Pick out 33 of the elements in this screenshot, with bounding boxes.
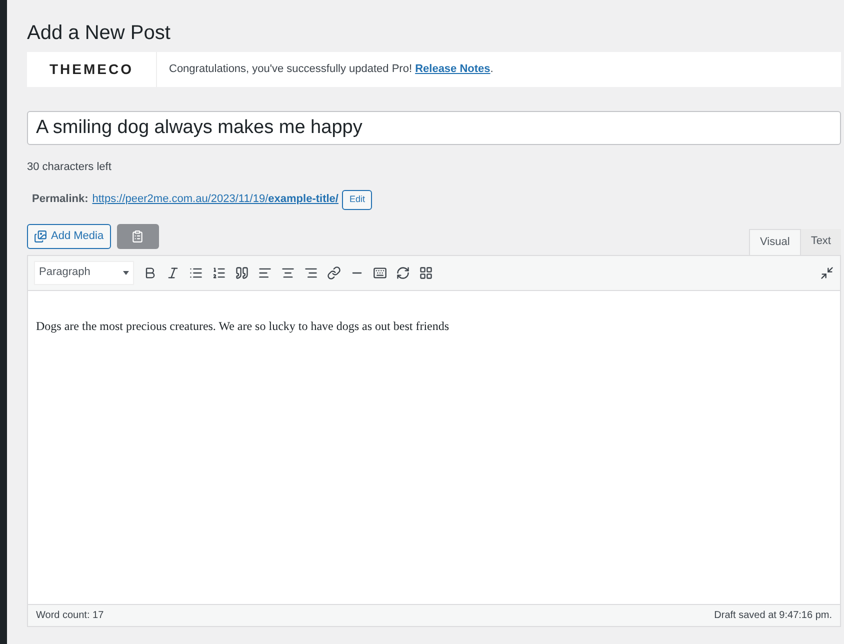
notice-message: Congratulations, you've successfully updated Pro! Release Notes. — [169, 62, 494, 78]
numbered-list-icon[interactable] — [212, 266, 226, 280]
media-icon — [34, 230, 47, 242]
clipboard-button[interactable] — [116, 224, 159, 248]
clipboard-icon — [131, 230, 144, 242]
link-icon[interactable] — [327, 266, 341, 280]
align-left-icon[interactable] — [258, 266, 272, 280]
format-dropdown[interactable]: Paragraph — [34, 260, 134, 284]
align-right-icon[interactable] — [304, 266, 318, 280]
post-title-field[interactable]: A smiling dog always makes me happy — [27, 111, 841, 145]
align-center-icon[interactable] — [281, 266, 295, 280]
caret-icon — [123, 270, 129, 274]
brand-logo: THEMECO — [27, 52, 157, 87]
refresh-icon[interactable] — [396, 266, 410, 280]
page-title: Add a New Post — [27, 21, 172, 46]
characters-left-text: 30 characters left — [27, 160, 112, 175]
draft-saved-text: Draft saved at 9:47:16 pm. — [714, 608, 832, 622]
release-notes-link[interactable]: Release Notes — [415, 63, 490, 76]
editor-tab[interactable]: Visual — [749, 228, 801, 254]
permalink-label: Permalink: — [32, 192, 88, 208]
edit-permalink-button[interactable]: Edit — [342, 190, 372, 210]
editor-tab[interactable]: Text — [800, 228, 841, 254]
fullscreen-icon[interactable] — [820, 266, 834, 280]
italic-icon[interactable] — [166, 266, 180, 280]
bold-icon[interactable] — [143, 266, 157, 280]
word-count-text: Word count: 17 — [36, 608, 104, 622]
keyboard-icon[interactable] — [373, 266, 387, 280]
bulleted-list-icon[interactable] — [189, 266, 203, 280]
grid-icon[interactable] — [419, 266, 433, 280]
add-media-button[interactable]: Add Media — [27, 224, 111, 248]
post-content-text[interactable]: Dogs are the most precious creatures. We are so lucky to have dogs as out best friends — [36, 316, 832, 334]
permalink-link[interactable]: https://peer2me.com.au/2023/11/19/example-title/ — [92, 191, 338, 208]
quote-icon[interactable] — [235, 266, 249, 280]
